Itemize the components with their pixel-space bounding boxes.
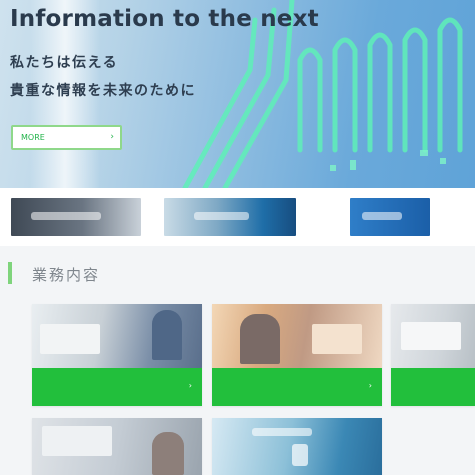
card-1-photo	[32, 304, 202, 368]
banner-strip	[0, 188, 475, 246]
banner-1[interactable]	[11, 198, 141, 236]
banner-2-graphic	[194, 212, 249, 220]
service-card-1[interactable]: ›	[32, 304, 202, 406]
banner-3[interactable]	[350, 198, 430, 236]
card-4-photo	[32, 418, 202, 475]
service-card-4[interactable]	[32, 418, 202, 475]
service-card-5[interactable]	[212, 418, 382, 475]
section-title: 業務内容	[32, 266, 101, 284]
hero-subtitle-line1: 私たちは伝える	[10, 55, 119, 71]
more-button[interactable]: MORE ›	[11, 125, 122, 150]
hero: Information to the next 私たちは伝える 貴重な情報を未来…	[0, 0, 475, 188]
chevron-right-icon: ›	[368, 381, 372, 390]
service-card-2[interactable]: ›	[212, 304, 382, 406]
card-1-label: ›	[32, 368, 202, 406]
card-2-label: ›	[212, 368, 382, 406]
card-3-photo	[391, 304, 475, 368]
banner-1-graphic	[31, 212, 101, 220]
banner-2[interactable]	[164, 198, 296, 236]
card-5-photo	[212, 418, 382, 475]
section-accent-bar	[8, 262, 12, 284]
hero-subtitle-line2: 貴重な情報を未来のために	[10, 83, 196, 99]
service-card-3[interactable]	[391, 304, 475, 406]
banner-3-graphic	[362, 212, 402, 220]
more-button-label: MORE	[21, 133, 45, 142]
card-2-photo	[212, 304, 382, 368]
hero-title: Information to the next	[10, 6, 319, 32]
chevron-right-icon: ›	[110, 132, 114, 142]
card-3-label	[391, 368, 475, 406]
chevron-right-icon: ›	[188, 381, 192, 390]
